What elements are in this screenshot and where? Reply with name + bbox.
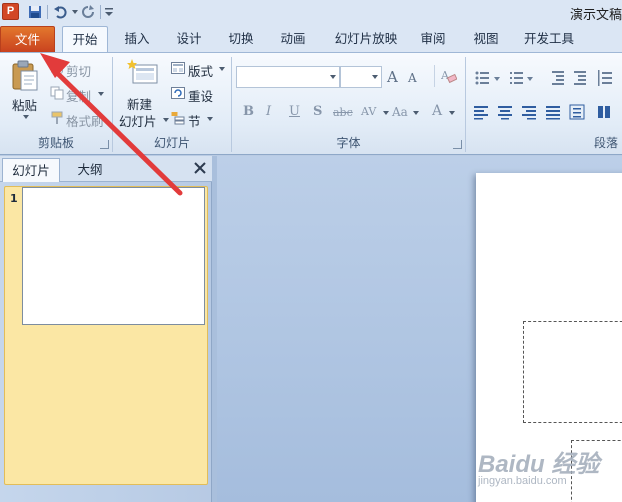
tab-transitions[interactable]: 切换 — [222, 26, 260, 52]
change-case-dropdown-icon[interactable] — [413, 111, 419, 115]
watermark: Baidu 经验 jingyan.baidu.com — [478, 444, 599, 487]
italic-button[interactable]: I — [266, 104, 271, 119]
new-slide-button[interactable]: 新建 幻灯片 — [117, 57, 169, 129]
ribbon: 粘贴 剪切 复制 格式刷 剪贴板 新建 幻灯片 版式 重设 节 幻灯片 A A … — [0, 52, 622, 155]
strikethrough-button[interactable]: abc — [333, 106, 353, 119]
scissors-icon — [51, 61, 63, 74]
font-group: A A A B I U S abc AV Aa A 字体 — [232, 53, 465, 154]
brush-icon — [51, 111, 63, 124]
change-case-button[interactable]: Aa — [392, 105, 408, 119]
new-slide-label-line2: 幻灯片 — [119, 114, 157, 129]
new-slide-dropdown-icon[interactable] — [163, 118, 169, 122]
reset-icon — [171, 87, 185, 99]
cut-label: 剪切 — [66, 64, 92, 79]
customize-icon[interactable] — [104, 3, 114, 21]
paragraph-align-buttons[interactable] — [474, 104, 622, 120]
format-painter-label: 格式刷 — [66, 114, 104, 129]
slides-group: 新建 幻灯片 版式 重设 节 幻灯片 — [113, 53, 231, 154]
quick-access-toolbar — [26, 2, 114, 22]
paragraph-list-buttons[interactable] — [474, 69, 622, 87]
reset-label: 重设 — [188, 89, 214, 104]
font-color-dropdown-icon[interactable] — [449, 111, 455, 115]
tab-slideshow[interactable]: 幻灯片放映 — [326, 26, 406, 52]
copy-icon — [50, 86, 64, 100]
format-painter-button[interactable]: 格式刷 — [50, 111, 104, 129]
cut-button[interactable]: 剪切 — [50, 61, 91, 79]
bold-button[interactable]: B — [243, 104, 254, 119]
font-size-combo[interactable] — [340, 66, 382, 88]
shrink-font-button[interactable]: A — [408, 71, 417, 85]
char-spacing-dropdown-icon[interactable] — [383, 111, 389, 115]
layout-label: 版式 — [188, 64, 214, 79]
paste-dropdown-icon[interactable] — [23, 115, 29, 119]
clipboard-group-label: 剪贴板 — [37, 136, 74, 150]
reset-button[interactable]: 重设 — [171, 86, 213, 104]
title-placeholder[interactable] — [523, 321, 622, 423]
paste-icon — [12, 60, 38, 91]
ribbon-tab-bar: 文件 开始 插入 设计 切换 动画 幻灯片放映 审阅 视图 开发工具 — [0, 25, 622, 52]
tab-outline[interactable]: 大纲 — [60, 158, 120, 182]
char-spacing-button[interactable]: AV — [361, 105, 376, 118]
slide-number: 1 — [10, 192, 18, 205]
paragraph-group: 段落 — [466, 53, 622, 154]
tab-view[interactable]: 视图 — [467, 26, 505, 52]
window-title: 演示文稿 — [569, 8, 622, 23]
tab-design[interactable]: 设计 — [170, 26, 208, 52]
tab-file[interactable]: 文件 — [0, 26, 55, 52]
save-icon[interactable] — [26, 3, 44, 21]
clear-format-button[interactable]: A — [434, 65, 460, 87]
font-name-combo[interactable] — [236, 66, 340, 88]
clipboard-launcher-icon[interactable] — [100, 140, 109, 149]
layout-dropdown-icon[interactable] — [219, 67, 225, 71]
font-name-dropdown-icon[interactable] — [327, 67, 339, 87]
copy-label: 复制 — [66, 89, 92, 104]
section-label: 节 — [188, 114, 201, 129]
tab-developer[interactable]: 开发工具 — [517, 26, 581, 52]
underline-button[interactable]: U — [289, 104, 300, 119]
slides-pane-tabs: 幻灯片 大纲 — [0, 156, 212, 182]
section-dropdown-icon[interactable] — [207, 117, 213, 121]
paragraph-group-label: 段落 — [593, 136, 618, 150]
copy-button[interactable]: 复制 — [50, 86, 104, 104]
copy-dropdown-icon[interactable] — [98, 92, 104, 96]
layout-icon — [171, 62, 185, 74]
paste-button[interactable]: 粘贴 — [7, 57, 43, 125]
title-bar: P 演示文稿 — [0, 0, 622, 25]
section-icon — [171, 112, 185, 125]
section-button[interactable]: 节 — [171, 111, 213, 129]
clipboard-group: 粘贴 剪切 复制 格式刷 剪贴板 — [0, 53, 112, 154]
powerpoint-logo-icon[interactable]: P — [2, 3, 19, 20]
tab-home[interactable]: 开始 — [62, 26, 108, 52]
layout-button[interactable]: 版式 — [171, 61, 225, 79]
close-icon[interactable] — [192, 160, 208, 176]
clear-format-icon: A — [441, 69, 457, 84]
qat-divider — [100, 5, 101, 19]
tab-insert[interactable]: 插入 — [118, 26, 156, 52]
font-launcher-icon[interactable] — [453, 140, 462, 149]
font-color-button[interactable]: A — [432, 103, 442, 119]
slides-group-label: 幻灯片 — [153, 136, 190, 150]
redo-icon[interactable] — [79, 3, 97, 21]
grow-font-button[interactable]: A — [387, 68, 398, 86]
tab-animations[interactable]: 动画 — [274, 26, 312, 52]
undo-icon[interactable] — [51, 3, 69, 21]
slide-thumbnail[interactable] — [22, 187, 205, 325]
font-group-label: 字体 — [336, 136, 361, 150]
shadow-button[interactable]: S — [313, 104, 322, 119]
qat-divider — [47, 5, 48, 19]
tab-review[interactable]: 审阅 — [414, 26, 452, 52]
new-slide-icon — [127, 59, 158, 84]
watermark-logo: Baidu 经验 — [478, 451, 600, 478]
paste-label: 粘贴 — [12, 98, 38, 113]
undo-dropdown-icon[interactable] — [69, 3, 79, 21]
tab-slides[interactable]: 幻灯片 — [2, 158, 60, 182]
font-size-dropdown-icon[interactable] — [369, 67, 381, 87]
